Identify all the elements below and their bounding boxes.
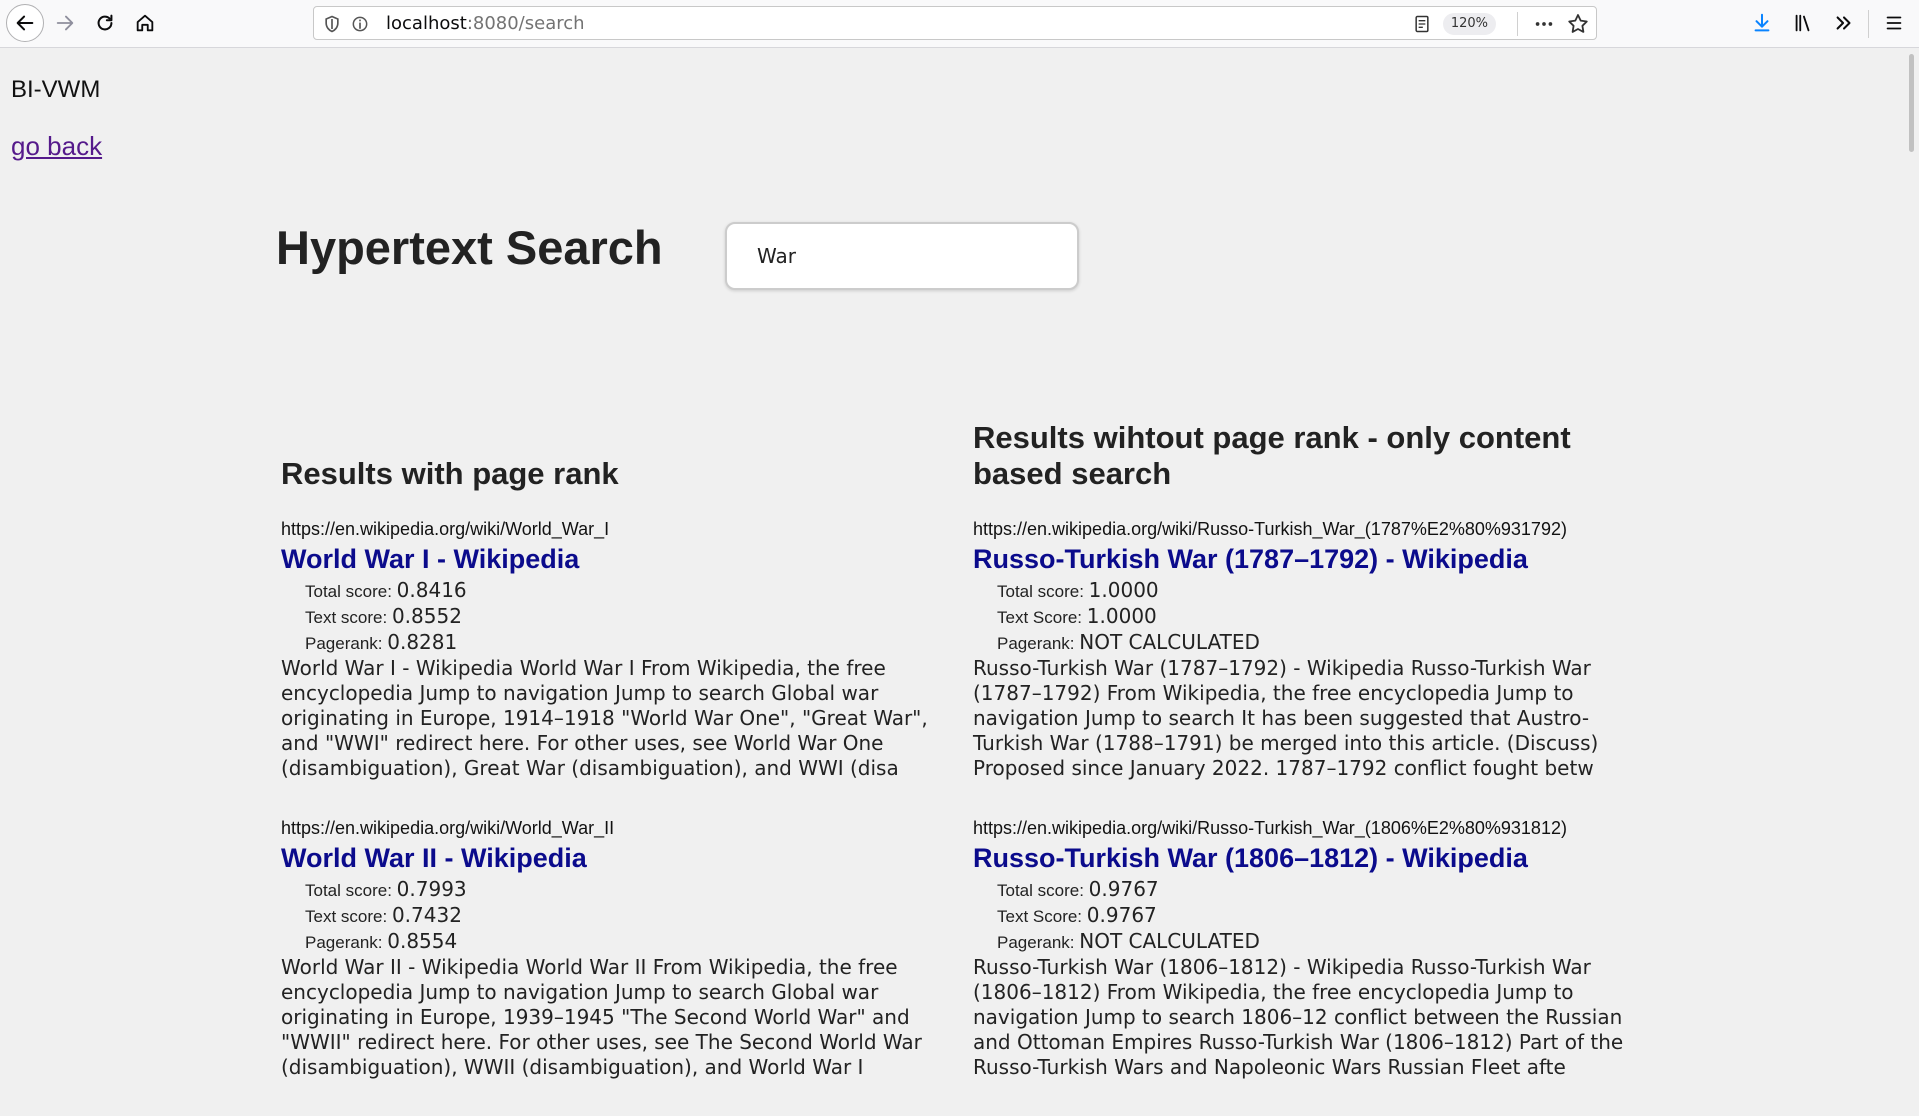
page-title: Hypertext Search [276, 221, 663, 274]
overflow-menu-button[interactable] [1827, 6, 1861, 40]
total-score-label: Total score: [305, 582, 392, 601]
text-score-value: 0.8552 [391, 604, 462, 628]
result-title-link[interactable]: Russo-Turkish War (1787–1792) - Wikipedi… [973, 543, 1633, 575]
arrow-left-icon [16, 15, 34, 31]
pagerank-results-column: Results with page rank https://en.wikipe… [281, 420, 941, 1116]
text-score: Text score: 0.7432 [305, 903, 941, 929]
vertical-scrollbar[interactable] [1905, 48, 1919, 1080]
main-menu-button[interactable] [1877, 6, 1911, 40]
url-host: localhost [386, 13, 467, 34]
downloads-button[interactable] [1745, 6, 1779, 40]
text-score: Text Score: 0.9767 [997, 903, 1633, 929]
pagerank-score: Pagerank: NOT CALCULATED [997, 929, 1633, 955]
result-item: https://en.wikipedia.org/wiki/Russo-Turk… [973, 518, 1633, 781]
result-url: https://en.wikipedia.org/wiki/Russo-Turk… [973, 818, 1567, 838]
total-score-value: 1.0000 [1088, 578, 1159, 602]
result-title-link[interactable]: World War II - Wikipedia [281, 842, 941, 874]
search-input[interactable] [725, 222, 1079, 290]
content-results-column: Results wihtout page rank - only content… [973, 420, 1633, 1116]
pagerank-label: Pagerank: [997, 933, 1075, 952]
text-score: Text score: 0.8552 [305, 604, 941, 630]
result-scores: Total score: 0.9767 Text Score: 0.9767 P… [973, 877, 1633, 955]
zoom-level-badge[interactable]: 120% [1442, 13, 1496, 35]
home-icon [136, 14, 154, 32]
total-score-value: 0.7993 [396, 877, 467, 901]
pagerank-results-heading: Results with page rank [281, 456, 619, 491]
text-score-value: 0.9767 [1086, 903, 1157, 927]
back-button[interactable] [6, 4, 44, 42]
download-icon [1754, 13, 1770, 32]
site-name: BI-VWM [11, 76, 101, 103]
pagerank-label: Pagerank: [305, 933, 383, 952]
results-list: https://en.wikipedia.org/wiki/World_War_… [281, 518, 941, 1080]
library-button[interactable] [1786, 6, 1820, 40]
text-score-label: Text Score: [997, 907, 1083, 926]
text-score-value: 1.0000 [1086, 604, 1157, 628]
text-score-value: 0.7432 [391, 903, 462, 927]
result-snippet: Russo-Turkish War (1787–1792) - Wikipedi… [973, 656, 1599, 780]
result-snippet: World War II - Wikipedia World War II Fr… [281, 955, 922, 1079]
reload-button[interactable] [88, 6, 122, 40]
text-score-label: Text score: [305, 907, 388, 926]
pagerank-label: Pagerank: [305, 634, 383, 653]
total-score: Total score: 0.9767 [997, 877, 1633, 903]
reload-icon [97, 14, 113, 31]
result-url: https://en.wikipedia.org/wiki/World_War_… [281, 818, 615, 838]
result-title-link[interactable]: World War I - Wikipedia [281, 543, 941, 575]
reader-view-icon[interactable] [1412, 13, 1432, 40]
pagerank-value: 0.8281 [387, 630, 458, 654]
results-list: https://en.wikipedia.org/wiki/Russo-Turk… [973, 518, 1633, 1080]
url-text[interactable]: localhost:8080/search [386, 13, 585, 34]
content-results-heading: Results wihtout page rank - only content… [973, 420, 1571, 491]
total-score: Total score: 0.8416 [305, 578, 941, 604]
pagerank-score: Pagerank: 0.8554 [305, 929, 941, 955]
total-score-label: Total score: [997, 881, 1084, 900]
result-url: https://en.wikipedia.org/wiki/Russo-Turk… [973, 519, 1567, 539]
result-item: https://en.wikipedia.org/wiki/World_War_… [281, 817, 941, 1080]
chevron-double-right-icon [1836, 16, 1851, 30]
result-url: https://en.wikipedia.org/wiki/World_War_… [281, 519, 610, 539]
text-score-label: Text score: [305, 608, 388, 627]
text-score-label: Text Score: [997, 608, 1083, 627]
pagerank-value: 0.8554 [387, 929, 458, 953]
hamburger-menu-icon [1886, 16, 1902, 30]
more-actions-icon[interactable] [1532, 13, 1556, 40]
bookmark-star-icon[interactable] [1566, 12, 1590, 41]
result-title-link[interactable]: Russo-Turkish War (1806–1812) - Wikipedi… [973, 842, 1633, 874]
pagerank-value: NOT CALCULATED [1079, 929, 1260, 953]
url-path: :8080/search [466, 13, 585, 34]
divider [1517, 12, 1518, 36]
shield-icon[interactable] [322, 13, 342, 40]
pagerank-value: NOT CALCULATED [1079, 630, 1260, 654]
result-snippet: World War I - Wikipedia World War I From… [281, 656, 928, 780]
total-score-value: 0.8416 [396, 578, 467, 602]
result-item: https://en.wikipedia.org/wiki/Russo-Turk… [973, 817, 1633, 1080]
result-item: https://en.wikipedia.org/wiki/World_War_… [281, 518, 941, 781]
total-score-label: Total score: [305, 881, 392, 900]
scrollbar-thumb[interactable] [1909, 54, 1914, 152]
go-back-link[interactable]: go back [11, 131, 102, 162]
total-score: Total score: 0.7993 [305, 877, 941, 903]
url-bar[interactable]: localhost:8080/search 120% [313, 6, 1597, 40]
info-icon[interactable] [350, 13, 370, 40]
browser-toolbar: localhost:8080/search 120% [0, 0, 1919, 48]
result-snippet: Russo-Turkish War (1806–1812) - Wikipedi… [973, 955, 1624, 1079]
home-button[interactable] [128, 6, 162, 40]
total-score-value: 0.9767 [1088, 877, 1159, 901]
total-score-label: Total score: [997, 582, 1084, 601]
arrow-right-icon [56, 15, 74, 31]
page-content: BI-VWM go back Hypertext Search Results … [0, 48, 1905, 1080]
result-scores: Total score: 1.0000 Text Score: 1.0000 P… [973, 578, 1633, 656]
library-icon [1795, 14, 1810, 32]
result-scores: Total score: 0.7993 Text score: 0.7432 P… [281, 877, 941, 955]
pagerank-score: Pagerank: NOT CALCULATED [997, 630, 1633, 656]
result-scores: Total score: 0.8416 Text score: 0.8552 P… [281, 578, 941, 656]
pagerank-score: Pagerank: 0.8281 [305, 630, 941, 656]
text-score: Text Score: 1.0000 [997, 604, 1633, 630]
total-score: Total score: 1.0000 [997, 578, 1633, 604]
pagerank-label: Pagerank: [997, 634, 1075, 653]
divider [1868, 10, 1869, 38]
forward-button[interactable] [48, 6, 82, 40]
